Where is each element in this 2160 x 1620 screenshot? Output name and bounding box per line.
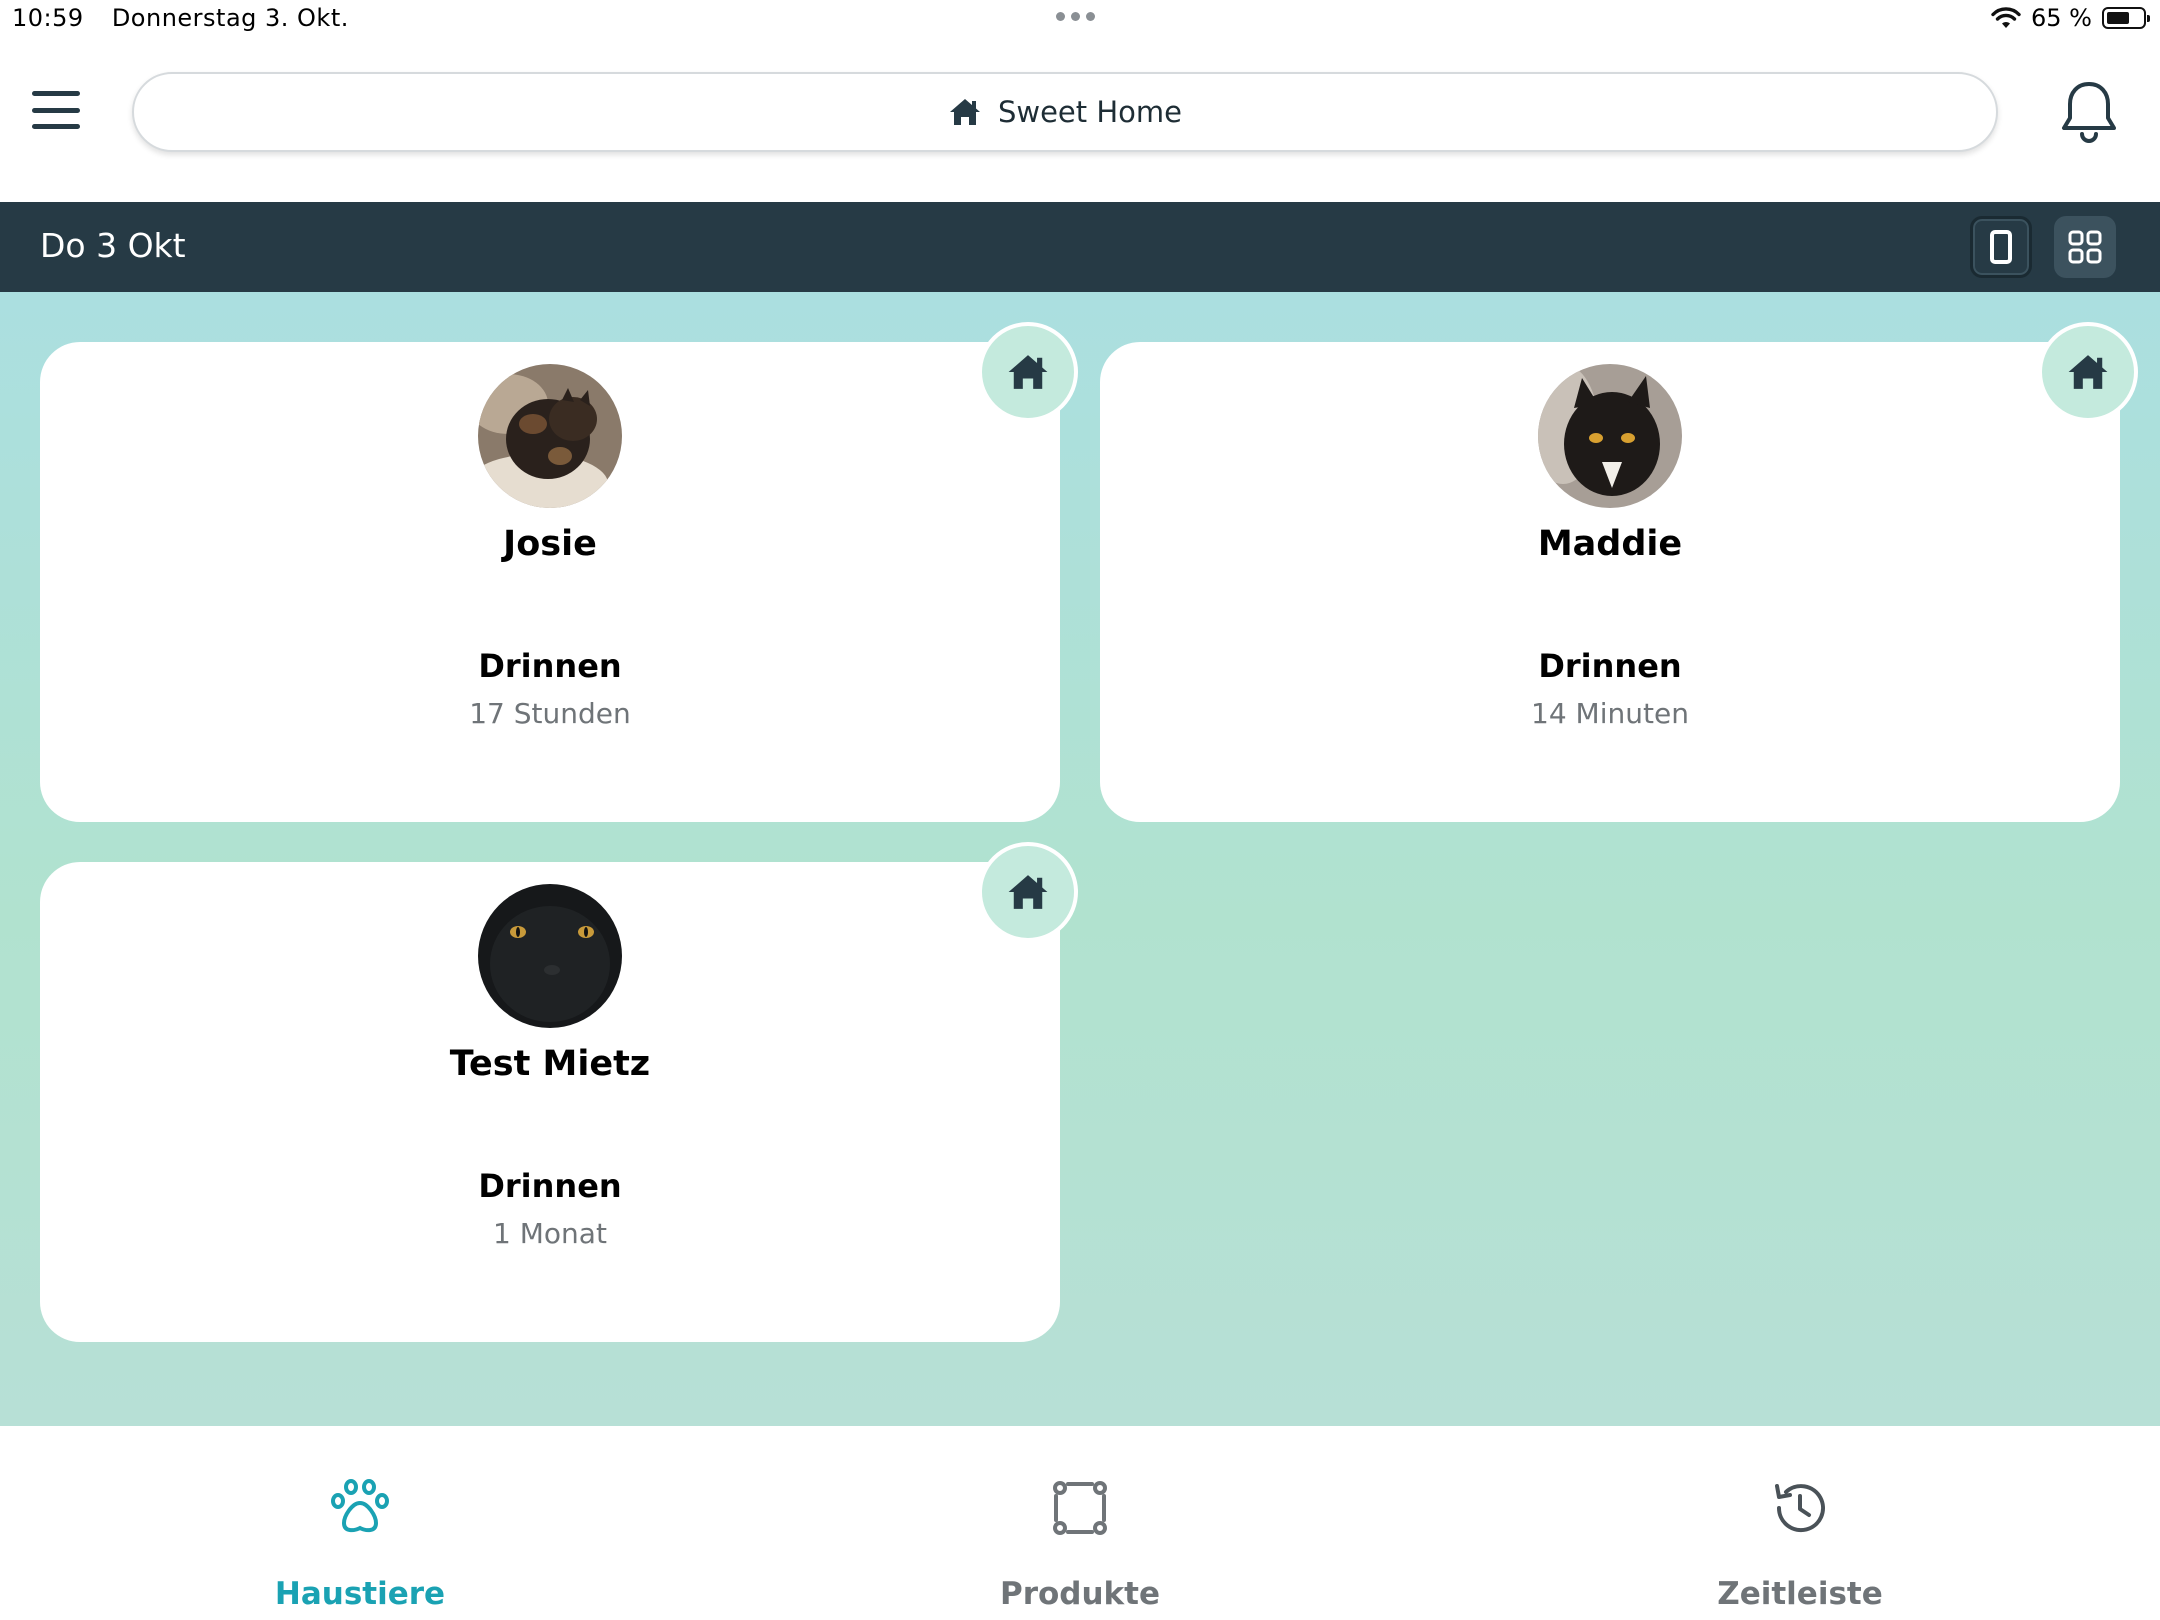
pet-location: Drinnen <box>478 1167 622 1205</box>
pet-duration: 1 Monat <box>493 1217 607 1250</box>
tab-label: Produkte <box>999 1576 1161 1612</box>
pet-location: Drinnen <box>478 647 622 685</box>
tab-produkte[interactable]: Produkte <box>930 1426 1230 1620</box>
grid-icon <box>2068 230 2102 264</box>
battery-icon <box>2102 7 2150 29</box>
current-date: Do 3 Okt <box>40 226 186 265</box>
pet-name: Maddie <box>1537 524 1683 564</box>
home-icon <box>1008 875 1048 909</box>
pet-card-test-mietz[interactable]: Test Mietz Drinnen 1 Monat <box>40 842 1078 1342</box>
tab-label: Haustiere <box>274 1576 446 1612</box>
wifi-icon <box>1991 7 2021 28</box>
pet-duration: 17 Stunden <box>469 697 631 730</box>
battery-percent: 65 % <box>2031 4 2092 32</box>
home-icon <box>1008 355 1048 389</box>
menu-icon[interactable] <box>32 86 80 134</box>
home-status-badge[interactable] <box>978 322 1078 422</box>
home-status-badge[interactable] <box>2038 322 2138 422</box>
tab-label: Zeitleiste <box>1717 1576 1883 1612</box>
pet-grid: Josie Drinnen 17 Stunden Maddie Drinnen … <box>0 292 2160 1426</box>
home-name: Sweet Home <box>997 95 1183 129</box>
history-icon <box>1775 1484 1825 1533</box>
devices-icon <box>1053 1481 1107 1535</box>
bottom-navigation: Haustiere Produkte Zeitleiste <box>0 1426 2160 1620</box>
home-status-badge[interactable] <box>978 842 1078 942</box>
pet-card-josie[interactable]: Josie Drinnen 17 Stunden <box>40 322 1078 822</box>
tab-haustiere[interactable]: Haustiere <box>210 1426 510 1620</box>
pet-avatar <box>478 884 622 1028</box>
single-view-button[interactable] <box>1970 216 2032 278</box>
pet-card-maddie[interactable]: Maddie Drinnen 14 Minuten <box>1100 322 2138 822</box>
multitask-dots-icon[interactable] <box>1056 12 1095 21</box>
paw-icon <box>331 1479 389 1533</box>
home-selector[interactable]: Sweet Home <box>132 72 1998 152</box>
pet-avatar <box>478 364 622 508</box>
status-bar: 10:59 Donnerstag 3. Okt. 65 % <box>0 0 2160 40</box>
status-date: Donnerstag 3. Okt. <box>111 4 349 32</box>
status-time: 10:59 <box>12 4 84 32</box>
home-icon <box>949 99 980 125</box>
pet-duration: 14 Minuten <box>1531 697 1689 730</box>
pet-location: Drinnen <box>1538 647 1682 685</box>
tab-zeitleiste[interactable]: Zeitleiste <box>1650 1426 1950 1620</box>
pet-name: Test Mietz <box>449 1044 651 1084</box>
single-card-icon <box>1990 230 2012 264</box>
grid-view-button[interactable] <box>2054 216 2116 278</box>
home-icon <box>2068 355 2108 389</box>
bell-icon[interactable] <box>2058 78 2120 144</box>
date-bar: Do 3 Okt <box>0 202 2160 292</box>
pet-name: Josie <box>503 524 597 564</box>
pet-avatar <box>1538 364 1682 508</box>
